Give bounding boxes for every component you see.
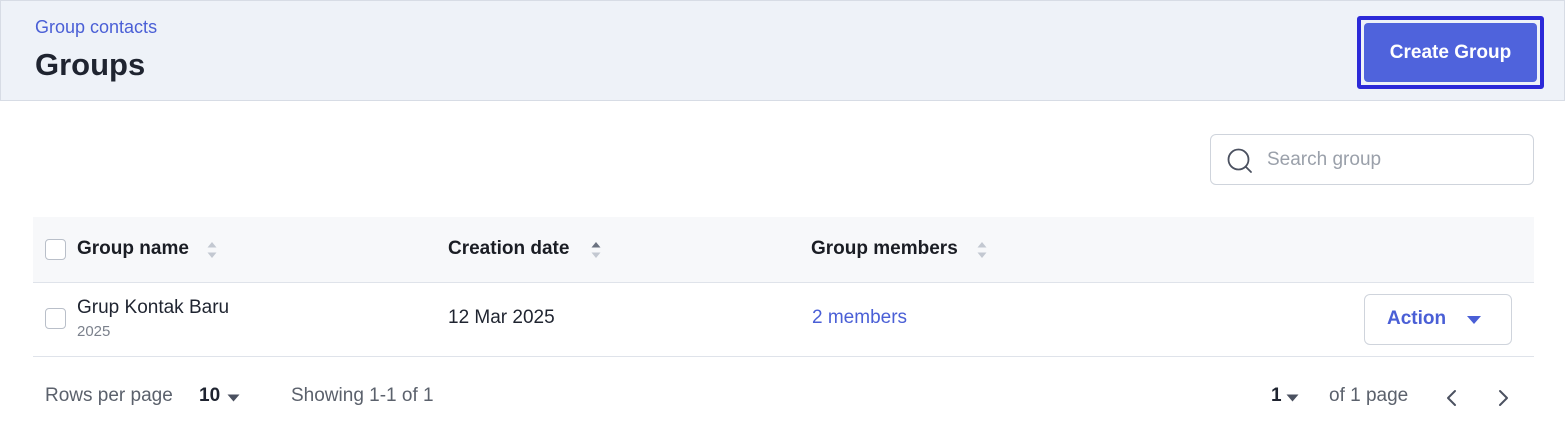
- column-header-group-members: Group members: [811, 238, 958, 259]
- search-box[interactable]: [1210, 134, 1534, 185]
- sort-icon-group-name[interactable]: [206, 240, 218, 260]
- previous-page-icon[interactable]: [1441, 386, 1463, 410]
- search-input[interactable]: [1267, 135, 1527, 184]
- page-select[interactable]: 1: [1268, 380, 1304, 412]
- page-total: of 1 page: [1329, 385, 1409, 406]
- rows-per-page-value: 10: [199, 385, 221, 406]
- rows-per-page-label: Rows per page: [45, 385, 173, 406]
- page-title: Groups: [35, 47, 146, 82]
- creation-date-cell: 12 Mar 2025: [448, 307, 555, 328]
- table-row: Grup Kontak Baru 2025 12 Mar 2025 2 memb…: [33, 283, 1534, 357]
- action-button-label: Action: [1387, 308, 1447, 329]
- column-header-creation-date: Creation date: [448, 238, 570, 259]
- breadcrumb-group-contacts[interactable]: Group contacts: [35, 17, 157, 38]
- page-header: Group contacts Groups Create Group: [0, 0, 1565, 101]
- current-page-value: 1: [1271, 385, 1282, 406]
- rows-per-page-select[interactable]: 10: [197, 380, 245, 412]
- group-name-cell: Grup Kontak Baru: [77, 297, 230, 318]
- column-header-group-name: Group name: [77, 238, 189, 259]
- create-group-highlight: Create Group: [1357, 16, 1544, 89]
- showing-range: Showing 1-1 of 1: [291, 385, 434, 406]
- chevron-down-icon: [227, 394, 240, 402]
- caret-down-icon: [1467, 316, 1481, 324]
- search-icon: [1227, 148, 1252, 173]
- row-checkbox[interactable]: [45, 308, 66, 329]
- create-group-button[interactable]: Create Group: [1364, 23, 1537, 82]
- action-dropdown-button[interactable]: Action: [1364, 294, 1512, 345]
- table-header: Group name Creation date Group members: [33, 217, 1534, 283]
- next-page-icon[interactable]: [1492, 386, 1514, 410]
- group-members-link[interactable]: 2 members: [812, 307, 907, 329]
- group-name-subtitle: 2025: [77, 323, 111, 340]
- sort-icon-group-members[interactable]: [976, 240, 988, 260]
- chevron-down-icon: [1286, 394, 1299, 402]
- sort-icon-creation-date[interactable]: [590, 240, 602, 260]
- groups-page: Group contacts Groups Create Group Group…: [0, 0, 1565, 441]
- select-all-checkbox[interactable]: [45, 239, 66, 260]
